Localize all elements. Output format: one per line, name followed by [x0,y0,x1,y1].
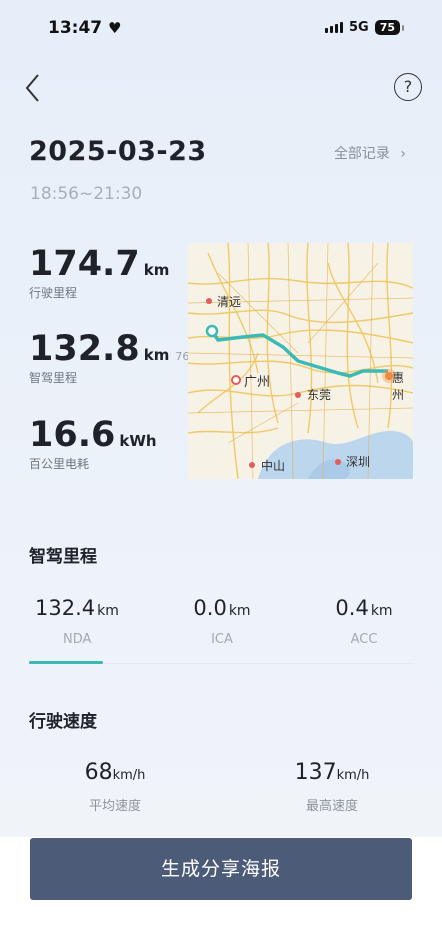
distance-stat: 174.7 km 行驶里程 [29,244,169,301]
help-button[interactable]: ? [394,73,422,101]
network-label: 5G [348,20,369,35]
battery-icon: 75 [374,20,405,35]
map-city-label: 东莞 [307,388,332,402]
distance-value: 174.7 [29,244,140,284]
trip-date: 2025-03-23 [29,136,207,167]
avg-speed-value: 68 [84,760,113,785]
help-icon: ? [403,77,413,96]
status-time: 13:47 ♥ [48,18,122,38]
max-speed-value: 137 [294,760,337,785]
avg-speed-stat: 68km/h 平均速度 [60,760,170,814]
max-speed-unit: km/h [336,768,370,783]
energy-label: 百公里电耗 [29,457,90,471]
status-indicators: 5G 75 [324,20,405,35]
chevron-right-icon: › [400,146,406,162]
tab-unit: km [97,603,119,619]
tab-label: ACC [350,632,378,647]
map-city-label: 中山 [261,459,286,473]
map-city-label: 深圳 [346,455,371,469]
speed-title: 行驶速度 [29,712,97,732]
active-tab-indicator [29,661,103,664]
smart-distance-label: 智驾里程 [29,371,78,385]
map-canvas [188,243,413,479]
tab-nda[interactable]: 132.4 km NDA [35,596,125,647]
trip-time-range: 18:56~21:30 [30,184,143,204]
all-records-link[interactable]: 全部记录 › [334,143,406,163]
signal-icon [324,22,343,33]
smart-distance-stat: 132.8km76% 智驾里程 [29,329,200,386]
map-city-label: 清远 [217,295,242,309]
max-speed-stat: 137km/h 最高速度 [272,760,392,814]
tab-unit: km [370,603,393,619]
energy-stat: 16.6 kWh 百公里电耗 [29,415,157,472]
energy-unit: kWh [119,432,157,450]
tab-value: 0.4 [335,596,369,620]
tab-label: NDA [63,632,92,647]
avg-speed-unit: km/h [112,768,146,783]
tab-acc[interactable]: 0.4 km ACC [316,596,412,647]
map-city-label: 广州 [244,375,271,390]
map-city-label: 惠州 [392,371,405,402]
distance-label: 行驶里程 [29,286,78,300]
distance-unit: km [143,261,170,279]
smart-distance-unit: km [143,346,170,364]
energy-value: 16.6 [29,415,116,455]
smart-drive-title: 智驾里程 [29,547,97,567]
tab-ica[interactable]: 0.0 km ICA [172,596,272,647]
chevron-left-icon [25,74,39,102]
max-speed-label: 最高速度 [305,799,358,814]
smart-distance-value: 132.8 [29,329,140,369]
tab-label: ICA [211,632,233,647]
route-map[interactable]: 清远 广州 东莞 惠州 中山 深圳 [188,243,413,479]
heart-icon: ♥ [108,19,122,37]
tab-value: 0.0 [193,596,227,620]
back-button[interactable] [22,72,46,104]
all-records-label: 全部记录 [333,146,390,162]
tab-value: 132.4 [35,596,96,620]
avg-speed-label: 平均速度 [88,799,141,814]
generate-poster-button[interactable]: 生成分享海报 [30,838,412,900]
tab-unit: km [228,603,251,619]
